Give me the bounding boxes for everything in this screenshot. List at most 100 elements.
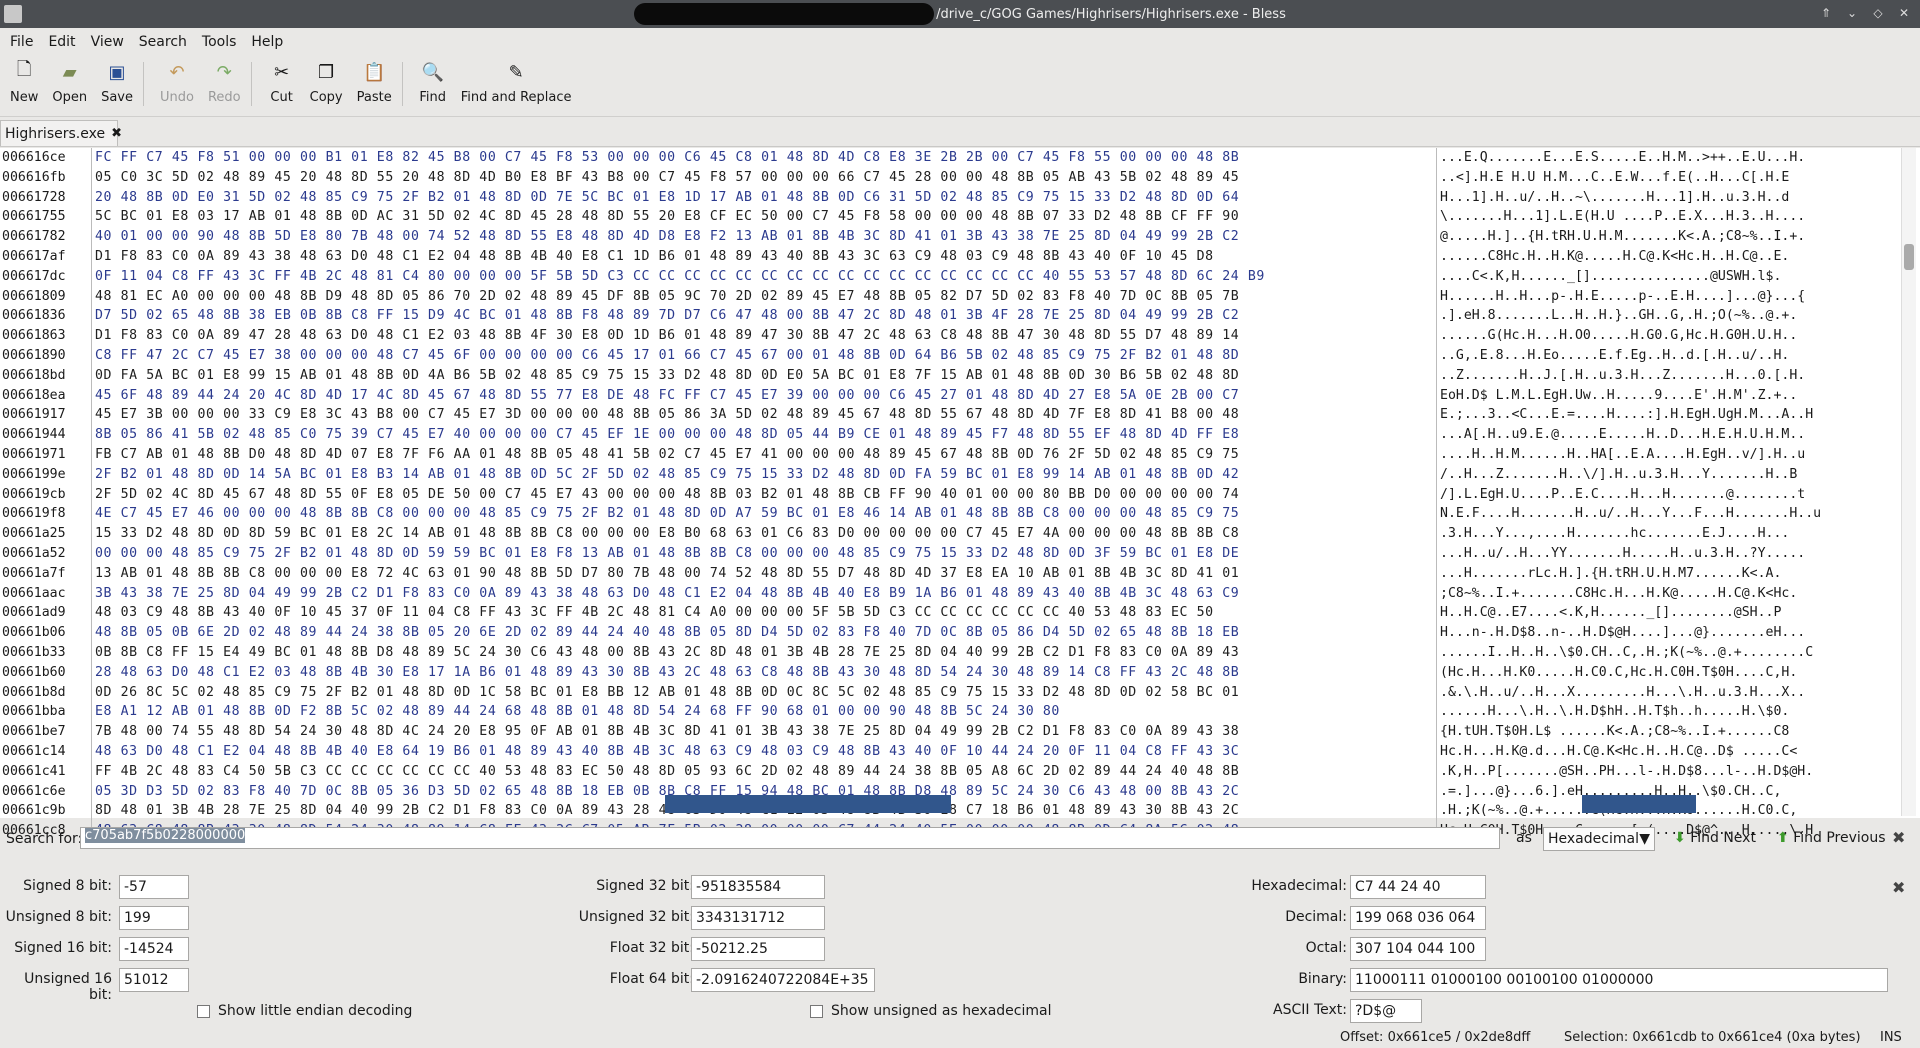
signed16-field[interactable]: -14524 — [119, 937, 189, 961]
ascii-row[interactable]: ...H.......rLc.H.].{H.tRH.U.H.M7......K<… — [1440, 564, 1902, 584]
ascii-row[interactable]: ..G,.E.8...H.Eo.....E.f.Eg..H..d.[.H..u/… — [1440, 346, 1902, 366]
hex-row[interactable]: 5C BC 01 E8 03 17 AB 01 48 8B 0D AC 31 5… — [95, 207, 1440, 227]
minimize-icon[interactable]: ⌄ — [1844, 5, 1860, 21]
hex-row[interactable]: FB C7 AB 01 48 8B D0 48 8D 4D 07 E8 7F F… — [95, 445, 1440, 465]
find-previous-button[interactable]: ⬆ Find Previous — [1777, 830, 1886, 846]
hex-row[interactable]: D1 F8 83 C0 0A 89 43 38 48 63 D0 48 C1 E… — [95, 247, 1440, 267]
hex-row[interactable]: 4E C7 45 E7 46 00 00 00 48 8B 8B C8 00 0… — [95, 504, 1440, 524]
octal-field[interactable]: 307 104 044 100 — [1350, 937, 1486, 961]
hex-row[interactable]: 45 6F 48 89 44 24 20 4C 8D 4D 17 4C 8D 4… — [95, 386, 1440, 406]
hex-row[interactable]: C8 FF 47 2C C7 45 E7 38 00 00 00 48 C7 4… — [95, 346, 1440, 366]
open-button[interactable]: ▰ Open — [52, 58, 87, 106]
hex-row[interactable]: FC FF C7 45 F8 51 00 00 00 B1 01 E8 82 4… — [95, 148, 1440, 168]
hex-row[interactable]: 7B 48 00 74 55 48 8D 54 24 30 48 8D 4C 2… — [95, 722, 1440, 742]
find-button[interactable]: 🔍 Find — [419, 58, 447, 106]
menu-view[interactable]: View — [86, 34, 129, 50]
ascii-row[interactable]: ....H..H.M......H..HA[..E.A....H.EgH..v/… — [1440, 445, 1902, 465]
unsigned-hex-checkbox[interactable]: Show unsigned as hexadecimal — [810, 1003, 1052, 1019]
unsigned8-field[interactable]: 199 — [119, 906, 189, 930]
search-input[interactable]: c705ab7f5b0228000000 — [80, 827, 1500, 849]
menu-search[interactable]: Search — [134, 34, 192, 50]
close-window-icon[interactable]: ✕ — [1896, 5, 1912, 21]
hex-row[interactable]: 0D 26 8C 5C 02 48 85 C9 75 2F B2 01 48 8… — [95, 683, 1440, 703]
hex-row[interactable]: 0B 8B C8 FF 15 E4 49 BC 01 48 8B D8 48 8… — [95, 643, 1440, 663]
hex-row[interactable]: 05 C0 3C 5D 02 48 89 45 20 48 8D 55 20 4… — [95, 168, 1440, 188]
ascii-row[interactable]: {H.tUH.T$0H.L$ ......K<.A.;C8~%..I.+....… — [1440, 722, 1902, 742]
hex-row[interactable]: 0D FA 5A BC 01 E8 99 15 AB 01 48 8B 0D 4… — [95, 366, 1440, 386]
hexadecimal-field[interactable]: C7 44 24 40 — [1350, 875, 1486, 899]
cut-button[interactable]: ✂ Cut — [268, 58, 296, 106]
unsigned16-field[interactable]: 51012 — [119, 968, 189, 992]
tab-highrisers-exe[interactable]: Highrisers.exe ✖ — [0, 120, 122, 146]
ascii-column[interactable]: ...E.Q.......E...E.S.....E..H.M..>++..E.… — [1436, 148, 1902, 841]
float32-field[interactable]: -50212.25 — [691, 937, 825, 961]
close-conversion-icon[interactable]: ✖ — [1892, 878, 1905, 897]
close-search-icon[interactable]: ✖ — [1892, 828, 1905, 847]
ascii-row[interactable]: ...E.Q.......E...E.S.....E..H.M..>++..E.… — [1440, 148, 1902, 168]
ascii-row[interactable]: .&.\.H..u/..H...X.........H...\.H..u.3.H… — [1440, 683, 1902, 703]
binary-field[interactable]: 11000111 01000100 00100100 01000000 — [1350, 968, 1888, 992]
vertical-scrollbar[interactable] — [1901, 148, 1916, 816]
signed8-field[interactable]: -57 — [119, 875, 189, 899]
ascii-row[interactable]: /..H...Z.......H..\/].H..u.3.H...Y......… — [1440, 465, 1902, 485]
hex-row[interactable]: 48 03 C9 48 8B 43 40 0F 10 45 37 0F 11 0… — [95, 603, 1440, 623]
hex-row[interactable]: 3B 43 38 7E 25 8D 04 49 99 2B C2 D1 F8 8… — [95, 584, 1440, 604]
ascii-row[interactable]: H...n-.H.D$8..n-..H.D$@H....]...@}......… — [1440, 623, 1902, 643]
ascii-row[interactable]: ...A[.H..u9.E.@.....E.....H..D...H.E.H.U… — [1440, 425, 1902, 445]
hex-row[interactable]: 0F 11 04 C8 FF 43 3C FF 4B 2C 48 81 C4 8… — [95, 267, 1440, 287]
find-next-button[interactable]: ⬇ Find Next — [1674, 830, 1756, 846]
menu-help[interactable]: Help — [246, 34, 288, 50]
ascii-row[interactable]: ......H...\.H..\.H.D$hH..H.T$h..h.....H.… — [1440, 702, 1902, 722]
ascii-row[interactable]: Hc.H...H.K@.d...H.C@.K<Hc.H..H.C@..D$ ..… — [1440, 742, 1902, 762]
find-replace-button[interactable]: ✎ Find and Replace — [461, 58, 572, 106]
hex-row[interactable]: 45 E7 3B 00 00 00 33 C9 E8 3C 43 B8 00 C… — [95, 405, 1440, 425]
menu-edit[interactable]: Edit — [43, 34, 80, 50]
hex-row[interactable]: 48 8B 05 0B 6E 2D 02 48 89 44 24 38 8B 0… — [95, 623, 1440, 643]
redo-button[interactable]: ↷ Redo — [208, 58, 241, 106]
ascii-row[interactable]: ......I..H..H..\$0.CH..C,.H.;K(~%..@.+..… — [1440, 643, 1902, 663]
ascii-row[interactable]: E.;...3..<C...E.=....H....:].H.EgH.UgH.M… — [1440, 405, 1902, 425]
ascii-row[interactable]: @.....H.]..{H.tRH.U.H.M.......K<.A.;C8~%… — [1440, 227, 1902, 247]
hex-row[interactable]: 48 63 D0 48 C1 E2 04 48 8B 4B 40 E8 64 1… — [95, 742, 1440, 762]
undo-button[interactable]: ↶ Undo — [160, 58, 194, 106]
menu-tools[interactable]: Tools — [197, 34, 242, 50]
hex-row[interactable]: 8B 05 86 41 5B 02 48 85 C0 75 39 C7 45 E… — [95, 425, 1440, 445]
ascii-row[interactable]: (Hc.H...H.K0.....H.C0.C,Hc.H.C0H.T$0H...… — [1440, 663, 1902, 683]
ascii-row[interactable]: H..H.C@..E7....<.K,H......_[]........@SH… — [1440, 603, 1902, 623]
ascii-row[interactable]: H......H..H...p-.H.E.....p-..E.H....]...… — [1440, 287, 1902, 307]
search-mode-select[interactable]: Hexadecimal ▼ — [1543, 827, 1655, 851]
ascii-text-field[interactable]: ?D$@ — [1350, 999, 1422, 1023]
ascii-row[interactable]: ..<].H.E H.U H.M...C..E.W...f.E(..H...C[… — [1440, 168, 1902, 188]
menu-file[interactable]: File — [5, 34, 38, 50]
ascii-row[interactable]: .3.H...Y...,....H.......hc.......E.J....… — [1440, 524, 1902, 544]
hex-row[interactable]: D7 5D 02 65 48 8B 38 EB 0B 8B C8 FF 15 D… — [95, 306, 1440, 326]
save-button[interactable]: ▣ Save — [101, 58, 133, 106]
new-button[interactable]: 🗋 New — [10, 58, 38, 105]
hex-editor-view[interactable]: 006616ce 006616fb 00661728 00661755 00661782… — [0, 148, 1920, 841]
ascii-row[interactable]: N.E.F....H.......H..u/..H...Y...F...H...… — [1440, 504, 1902, 524]
hex-row[interactable]: 2F B2 01 48 8D 0D 14 5A BC 01 E8 B3 14 A… — [95, 465, 1440, 485]
paste-button[interactable]: 📋 Paste — [357, 58, 392, 106]
tab-close-icon[interactable]: ✖ — [111, 126, 122, 141]
hex-row[interactable]: 28 48 63 D0 48 C1 E2 03 48 8B 4B 30 E8 1… — [95, 663, 1440, 683]
little-endian-checkbox[interactable]: Show little endian decoding — [197, 1003, 412, 1019]
hex-row[interactable]: 40 01 00 00 90 48 8B 5D E8 80 7B 48 00 7… — [95, 227, 1440, 247]
hex-row[interactable]: 2F 5D 02 4C 8D 45 67 48 8D 55 0F E8 05 D… — [95, 485, 1440, 505]
ascii-row[interactable]: EoH.D$ L.M.L.EgH.Uw..H.....9....E'.H.M'.… — [1440, 386, 1902, 406]
ascii-row[interactable]: \.......H...1].L.E(H.U ....P..E.X...H.3.… — [1440, 207, 1902, 227]
scrollbar-thumb[interactable] — [1904, 244, 1914, 270]
hex-row[interactable]: E8 A1 12 AB 01 48 8B 0D F2 8B 5C 02 48 8… — [95, 702, 1440, 722]
hex-row[interactable]: 15 33 D2 48 8D 0D 8D 59 BC 01 E8 2C 14 A… — [95, 524, 1440, 544]
signed32-field[interactable]: -951835584 — [691, 875, 825, 899]
hex-row[interactable]: 48 81 EC A0 00 00 00 48 8B D9 48 8D 05 8… — [95, 287, 1440, 307]
maximize-icon[interactable]: ◇ — [1870, 5, 1886, 21]
ascii-row[interactable]: .].eH.8.......L..H..H.}..GH..G,.H.;O(~%.… — [1440, 306, 1902, 326]
ascii-row[interactable]: ...H..u/..H...YY.......H.....H..u.3.H..?… — [1440, 544, 1902, 564]
ascii-row[interactable]: .K,H..P[.......@SH..PH...l-.H.D$8...l-..… — [1440, 762, 1902, 782]
hex-row[interactable]: 20 48 8B 0D E0 31 5D 02 48 85 C9 75 2F B… — [95, 188, 1440, 208]
ascii-row[interactable]: H...1].H..u/..H..~\.......H...1].H..u.3.… — [1440, 188, 1902, 208]
hex-row[interactable]: D1 F8 83 C0 0A 89 47 28 48 63 D0 48 C1 E… — [95, 326, 1440, 346]
keep-above-icon[interactable]: ⇑ — [1818, 5, 1834, 21]
ascii-row[interactable]: ;C8~%..I.+.......C8Hc.H...H.K@.....H.C@.… — [1440, 584, 1902, 604]
copy-button[interactable]: ❐ Copy — [310, 58, 343, 106]
